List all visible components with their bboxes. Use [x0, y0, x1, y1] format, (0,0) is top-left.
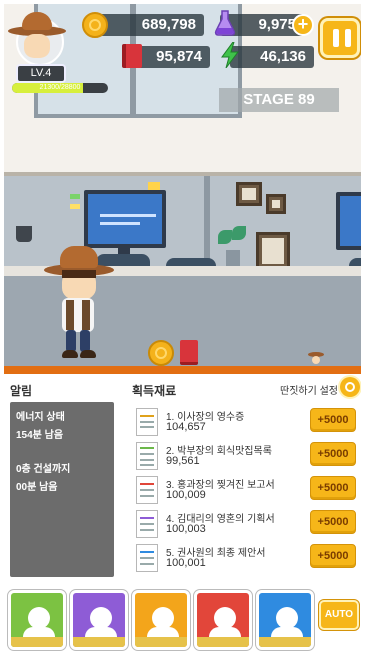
- mug-icon: [16, 226, 32, 242]
- proposal-document-icon: [136, 510, 158, 538]
- gear-icon[interactable]: [340, 377, 360, 397]
- info-panel: 알림 획득재료 딴짓하기 설정 에너지 상태 154분 남음 0층 건설까지 0…: [4, 374, 361, 651]
- skill-button-3[interactable]: [132, 590, 190, 650]
- books-counter: 95,874: [132, 46, 210, 68]
- skill-button-4[interactable]: [194, 590, 252, 650]
- energy-counter: 46,136: [230, 46, 314, 68]
- flask-icon: [214, 10, 236, 36]
- floor-stripe: [4, 366, 361, 374]
- pause-button[interactable]: [320, 18, 360, 58]
- energy-bolt-icon: [220, 41, 240, 69]
- skill-button-2[interactable]: [70, 590, 128, 650]
- idle-settings-label[interactable]: 딴짓하기 설정: [280, 382, 338, 397]
- game-screen: LV.4 21300/28800 689,798 9,975 + 95,874 …: [4, 4, 361, 651]
- material-row: 3. 홍과장의 찢겨진 보고서 100,009 +5000: [132, 474, 361, 506]
- gold-counter: 689,798: [92, 14, 204, 36]
- notice-box: 에너지 상태 154분 남음 0층 건설까지 00분 남음: [10, 402, 114, 577]
- energy-status-label: 에너지 상태: [16, 412, 65, 423]
- picture-frame: [236, 182, 262, 206]
- build-label: 0층 건설까지: [16, 464, 71, 475]
- red-book-icon[interactable]: [180, 340, 198, 365]
- add-flask-button[interactable]: +: [292, 14, 314, 36]
- coin-icon[interactable]: [148, 340, 174, 366]
- exp-text: 21300/28800: [39, 84, 81, 91]
- material-row: 2. 박부장의 회식맛집목록 99,561 +5000: [132, 440, 361, 472]
- auto-button[interactable]: AUTO: [319, 600, 359, 630]
- torn-report-icon: [136, 476, 158, 504]
- notice-title: 알림: [10, 384, 33, 398]
- computer-monitor: [84, 190, 166, 248]
- level-badge: LV.4: [16, 64, 66, 83]
- plant-icon: [226, 250, 240, 266]
- materials-title: 획득재료: [132, 384, 177, 398]
- stage-label: STAGE 89: [219, 88, 339, 112]
- add-5000-button[interactable]: +5000: [310, 442, 356, 466]
- energy-status-value: 154분 남음: [16, 430, 64, 441]
- add-5000-button[interactable]: +5000: [310, 544, 356, 568]
- material-row: 1. 이사장의 영수증 104,657 +5000: [132, 406, 361, 438]
- add-5000-button[interactable]: +5000: [310, 476, 356, 500]
- build-value: 00분 남음: [16, 482, 58, 493]
- material-row: 5. 권사원의 최종 제안서 100,001 +5000: [132, 542, 361, 574]
- gold-coin-icon: [82, 12, 108, 38]
- skill-button-1[interactable]: [8, 590, 66, 650]
- list-document-icon: [136, 442, 158, 470]
- mini-character-icon: [308, 352, 324, 366]
- cowboy-character[interactable]: [44, 242, 114, 362]
- player-avatar[interactable]: [8, 12, 66, 66]
- add-5000-button[interactable]: +5000: [310, 408, 356, 432]
- final-proposal-icon: [136, 544, 158, 572]
- skill-button-5[interactable]: [256, 590, 314, 650]
- receipt-icon: [136, 408, 158, 436]
- exp-bar: 21300/28800: [12, 83, 108, 93]
- book-icon: [122, 44, 142, 68]
- material-row: 4. 김대리의 영혼의 기획서 100,003 +5000: [132, 508, 361, 540]
- office-scene: LV.4 21300/28800 689,798 9,975 + 95,874 …: [4, 4, 361, 374]
- add-5000-button[interactable]: +5000: [310, 510, 356, 534]
